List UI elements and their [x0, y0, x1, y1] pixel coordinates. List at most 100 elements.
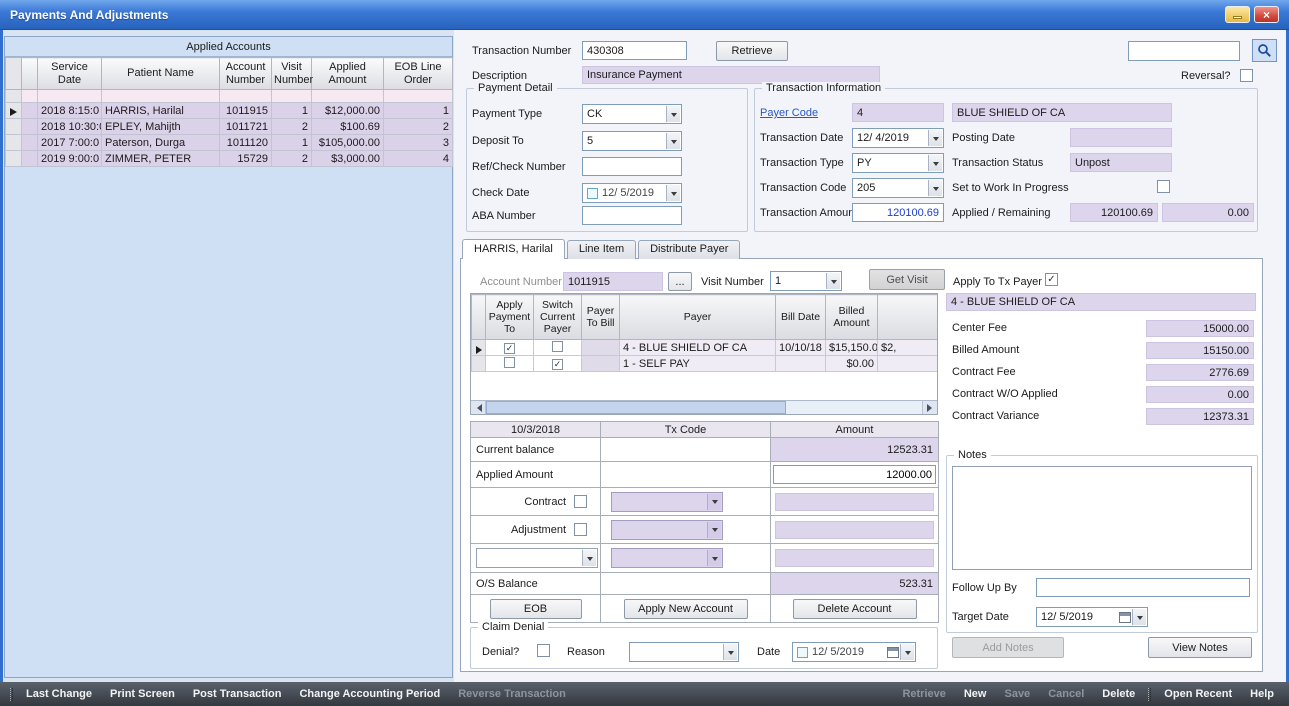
payer-code-link[interactable]: Payer Code: [760, 107, 818, 119]
aba-number-input[interactable]: [582, 206, 682, 225]
chevron-down-icon: [582, 550, 596, 566]
search-button[interactable]: [1252, 39, 1277, 62]
horizontal-scrollbar[interactable]: [471, 400, 937, 414]
check-date-checkbox[interactable]: [587, 188, 598, 199]
check-date-picker[interactable]: 12/ 5/2019: [582, 183, 682, 203]
search-input[interactable]: [1128, 41, 1240, 61]
amount-header: Amount: [771, 422, 939, 438]
transaction-type-select[interactable]: PY: [852, 153, 944, 173]
retrieve-button[interactable]: Retrieve: [716, 41, 788, 61]
switch-payer-checkbox[interactable]: ✓: [552, 359, 563, 370]
calendar-icon: [1119, 612, 1131, 623]
close-button[interactable]: ×: [1254, 6, 1279, 23]
print-screen-command[interactable]: Print Screen: [101, 688, 184, 700]
current-row-indicator-icon: [476, 346, 482, 354]
payer-to-bill-header: Payer To Bill: [582, 295, 620, 340]
denial-date-checkbox[interactable]: [797, 647, 808, 658]
denial-checkbox[interactable]: [537, 644, 550, 657]
add-notes-button[interactable]: Add Notes: [952, 637, 1064, 658]
visit-number-select[interactable]: 1: [770, 271, 842, 291]
account-number-header: Account Number: [220, 58, 272, 90]
date-label: Date: [757, 646, 780, 658]
transaction-amount-input[interactable]: [852, 203, 944, 222]
account-row-3[interactable]: 2017 7:00:0 Paterson, Durga 1011120 1 $1…: [6, 135, 453, 151]
new-command[interactable]: New: [955, 688, 996, 700]
scroll-right-button[interactable]: [922, 401, 937, 414]
denial-date-picker[interactable]: 12/ 5/2019: [792, 642, 916, 662]
account-row-1[interactable]: 2018 8:15:0 HARRIS, Harilal 1011915 1 $1…: [6, 103, 453, 119]
scrollbar-thumb[interactable]: [486, 401, 786, 414]
payer-grid: Apply Payment To Switch Current Payer Pa…: [471, 294, 938, 372]
adjustment-txcode-select[interactable]: [611, 520, 723, 540]
transaction-date-select[interactable]: 12/ 4/2019: [852, 128, 944, 148]
follow-up-by-input[interactable]: [1036, 578, 1250, 597]
titlebar: Payments And Adjustments ×: [0, 0, 1289, 30]
switch-payer-checkbox[interactable]: [552, 341, 563, 352]
calendar-icon: [887, 647, 899, 658]
payment-type-select[interactable]: CK: [582, 104, 682, 124]
extra-amount-field[interactable]: [775, 549, 934, 567]
description-label: Description: [472, 70, 527, 82]
account-row-2[interactable]: 2018 10:30:0 EPLEY, Mahijth 1011721 2 $1…: [6, 119, 453, 135]
change-accounting-period-command[interactable]: Change Accounting Period: [290, 688, 449, 700]
current-balance-row: Current balance 12523.31: [471, 438, 939, 462]
transaction-code-select[interactable]: 205: [852, 178, 944, 198]
help-command[interactable]: Help: [1241, 688, 1283, 700]
extra-txcode-select[interactable]: [611, 548, 723, 568]
get-visit-button[interactable]: Get Visit: [869, 269, 945, 290]
applied-amount-input[interactable]: [773, 465, 936, 484]
switch-current-payer-header: Switch Current Payer: [534, 295, 582, 340]
apply-payment-checkbox[interactable]: [504, 357, 515, 368]
last-change-command[interactable]: Last Change: [17, 688, 101, 700]
transaction-number-input[interactable]: [582, 41, 687, 60]
transaction-code-label: Transaction Code: [760, 182, 846, 194]
extra-type-select[interactable]: [476, 548, 598, 568]
payer-to-bill-cell[interactable]: [582, 340, 620, 356]
post-transaction-command[interactable]: Post Transaction: [184, 688, 291, 700]
adjustment-label: Adjustment: [511, 524, 566, 536]
tab-line-item[interactable]: Line Item: [567, 240, 636, 259]
apply-payment-to-header: Apply Payment To: [486, 295, 534, 340]
chevron-down-icon: [928, 130, 942, 146]
payer-row-1[interactable]: ✓ 4 - BLUE SHIELD OF CA 10/10/18 $15,150…: [472, 340, 938, 356]
ref-check-number-input[interactable]: [582, 157, 682, 176]
account-browse-button[interactable]: ...: [668, 272, 692, 291]
balance-table: 10/3/2018 Tx Code Amount Current balance…: [470, 421, 939, 623]
open-recent-command[interactable]: Open Recent: [1155, 688, 1241, 700]
minimize-button[interactable]: [1225, 6, 1250, 23]
view-notes-button[interactable]: View Notes: [1148, 637, 1252, 658]
apply-to-tx-payer-checkbox[interactable]: ✓: [1045, 273, 1058, 286]
adjustment-amount-field[interactable]: [775, 521, 934, 539]
contract-amount-field[interactable]: [775, 493, 934, 511]
target-date-picker[interactable]: 12/ 5/2019: [1036, 607, 1148, 627]
apply-payment-checkbox[interactable]: ✓: [504, 343, 515, 354]
blank-header: [22, 58, 38, 90]
reversal-checkbox[interactable]: [1240, 69, 1253, 82]
contract-txcode-select[interactable]: [611, 492, 723, 512]
remaining-field: 0.00: [1162, 203, 1254, 222]
delete-account-button[interactable]: Delete Account: [793, 599, 917, 619]
eob-line-order-header: EOB Line Order: [384, 58, 453, 90]
contract-checkbox[interactable]: [574, 495, 587, 508]
adjustment-checkbox[interactable]: [574, 523, 587, 536]
eob-button[interactable]: EOB: [490, 599, 582, 619]
applied-amount-header: Applied Amount: [312, 58, 384, 90]
applied-accounts-filter-row[interactable]: [6, 90, 453, 103]
scroll-left-icon: [473, 404, 482, 412]
notes-textarea[interactable]: [952, 466, 1252, 570]
payer-row-2[interactable]: ✓ 1 - SELF PAY $0.00: [472, 356, 938, 372]
deposit-to-select[interactable]: 5: [582, 131, 682, 151]
transaction-status-label: Transaction Status: [952, 157, 1043, 169]
payer-to-bill-cell[interactable]: [582, 356, 620, 372]
scroll-left-button[interactable]: [471, 401, 486, 414]
apply-new-account-button[interactable]: Apply New Account: [624, 599, 748, 619]
center-fee-value: 15000.00: [1146, 320, 1254, 337]
denial-label: Denial?: [482, 646, 519, 658]
account-row-4[interactable]: 2019 9:00:0 ZIMMER, PETER 15729 2 $3,000…: [6, 151, 453, 167]
tab-harris-harilal[interactable]: HARRIS, Harilal: [462, 239, 565, 259]
contract-row: Contract: [471, 488, 939, 516]
wip-checkbox[interactable]: [1157, 180, 1170, 193]
reason-select[interactable]: [629, 642, 739, 662]
tab-distribute-payer[interactable]: Distribute Payer: [638, 240, 740, 259]
delete-command[interactable]: Delete: [1093, 688, 1144, 700]
